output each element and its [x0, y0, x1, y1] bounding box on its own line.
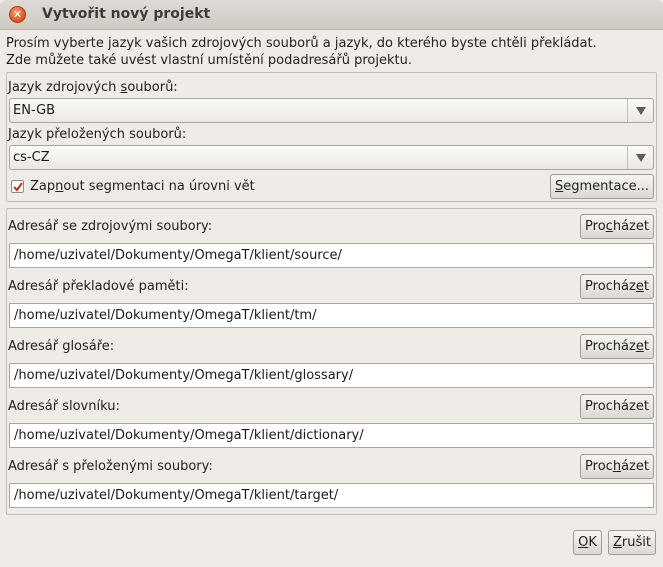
directory-label: Adresář slovníku: — [8, 399, 120, 414]
directory-path-value: /home/uzivatel/Dokumenty/OmegaT/klient/d… — [14, 428, 364, 443]
segmentation-checkbox[interactable] — [11, 180, 24, 193]
directory-path-value: /home/uzivatel/Dokumenty/OmegaT/klient/t… — [14, 308, 317, 323]
segmentation-button[interactable]: Segmentace... — [550, 174, 654, 199]
title-bar: ✕ Vytvořit nový projekt — [0, 0, 663, 30]
source-language-dropdown-button[interactable] — [627, 99, 653, 122]
directory-path-field[interactable]: /home/uzivatel/Dokumenty/OmegaT/klient/g… — [9, 363, 654, 388]
target-language-combo[interactable]: cs-CZ — [9, 145, 654, 170]
close-window-button[interactable]: ✕ — [9, 6, 26, 23]
browse-button[interactable]: Procházet — [580, 274, 654, 299]
directory-path-field[interactable]: /home/uzivatel/Dokumenty/OmegaT/klient/d… — [9, 423, 654, 448]
ok-button[interactable]: OK — [573, 530, 602, 555]
description: Prosím vyberte jazyk vašich zdrojových s… — [6, 35, 597, 69]
window-title: Vytvořit nový projekt — [42, 6, 211, 22]
source-language-label: Jazyk zdrojových souborů: — [8, 80, 178, 95]
close-icon: ✕ — [12, 8, 23, 21]
target-language-dropdown-button[interactable] — [627, 146, 653, 169]
source-language-value: EN-GB — [13, 103, 56, 118]
directory-path-field[interactable]: /home/uzivatel/Dokumenty/OmegaT/klient/t… — [9, 303, 654, 328]
directory-path-field[interactable]: /home/uzivatel/Dokumenty/OmegaT/klient/t… — [9, 483, 654, 508]
triangle-down-icon — [636, 154, 646, 162]
triangle-down-icon — [636, 107, 646, 115]
directory-label: Adresář s přeloženými soubory: — [8, 459, 213, 474]
target-language-label: Jazyk přeložených souborů: — [8, 127, 187, 142]
browse-button[interactable]: Procházet — [580, 214, 654, 239]
directory-path-field[interactable]: /home/uzivatel/Dokumenty/OmegaT/klient/s… — [9, 243, 654, 268]
target-language-value: cs-CZ — [13, 150, 50, 165]
directory-label: Adresář se zdrojovými soubory: — [8, 219, 213, 234]
source-language-combo[interactable]: EN-GB — [9, 98, 654, 123]
browse-button[interactable]: Procházet — [580, 454, 654, 479]
description-line-1: Prosím vyberte jazyk vašich zdrojových s… — [6, 36, 597, 51]
browse-button[interactable]: Procházet — [580, 394, 654, 419]
checkmark-icon — [13, 182, 23, 192]
directory-path-value: /home/uzivatel/Dokumenty/OmegaT/klient/g… — [14, 368, 354, 383]
description-line-2: Zde můžete také uvést vlastní umístění p… — [6, 53, 412, 68]
directory-label: Adresář překladové paměti: — [8, 279, 189, 294]
directory-path-value: /home/uzivatel/Dokumenty/OmegaT/klient/s… — [14, 248, 342, 263]
segmentation-checkbox-label[interactable]: Zapnout segmentaci na úrovni vět — [30, 179, 255, 194]
browse-button[interactable]: Procházet — [580, 334, 654, 359]
cancel-button[interactable]: Zrušit — [608, 530, 656, 555]
directory-path-value: /home/uzivatel/Dokumenty/OmegaT/klient/t… — [14, 488, 339, 503]
directory-label: Adresář glosáře: — [8, 339, 115, 354]
